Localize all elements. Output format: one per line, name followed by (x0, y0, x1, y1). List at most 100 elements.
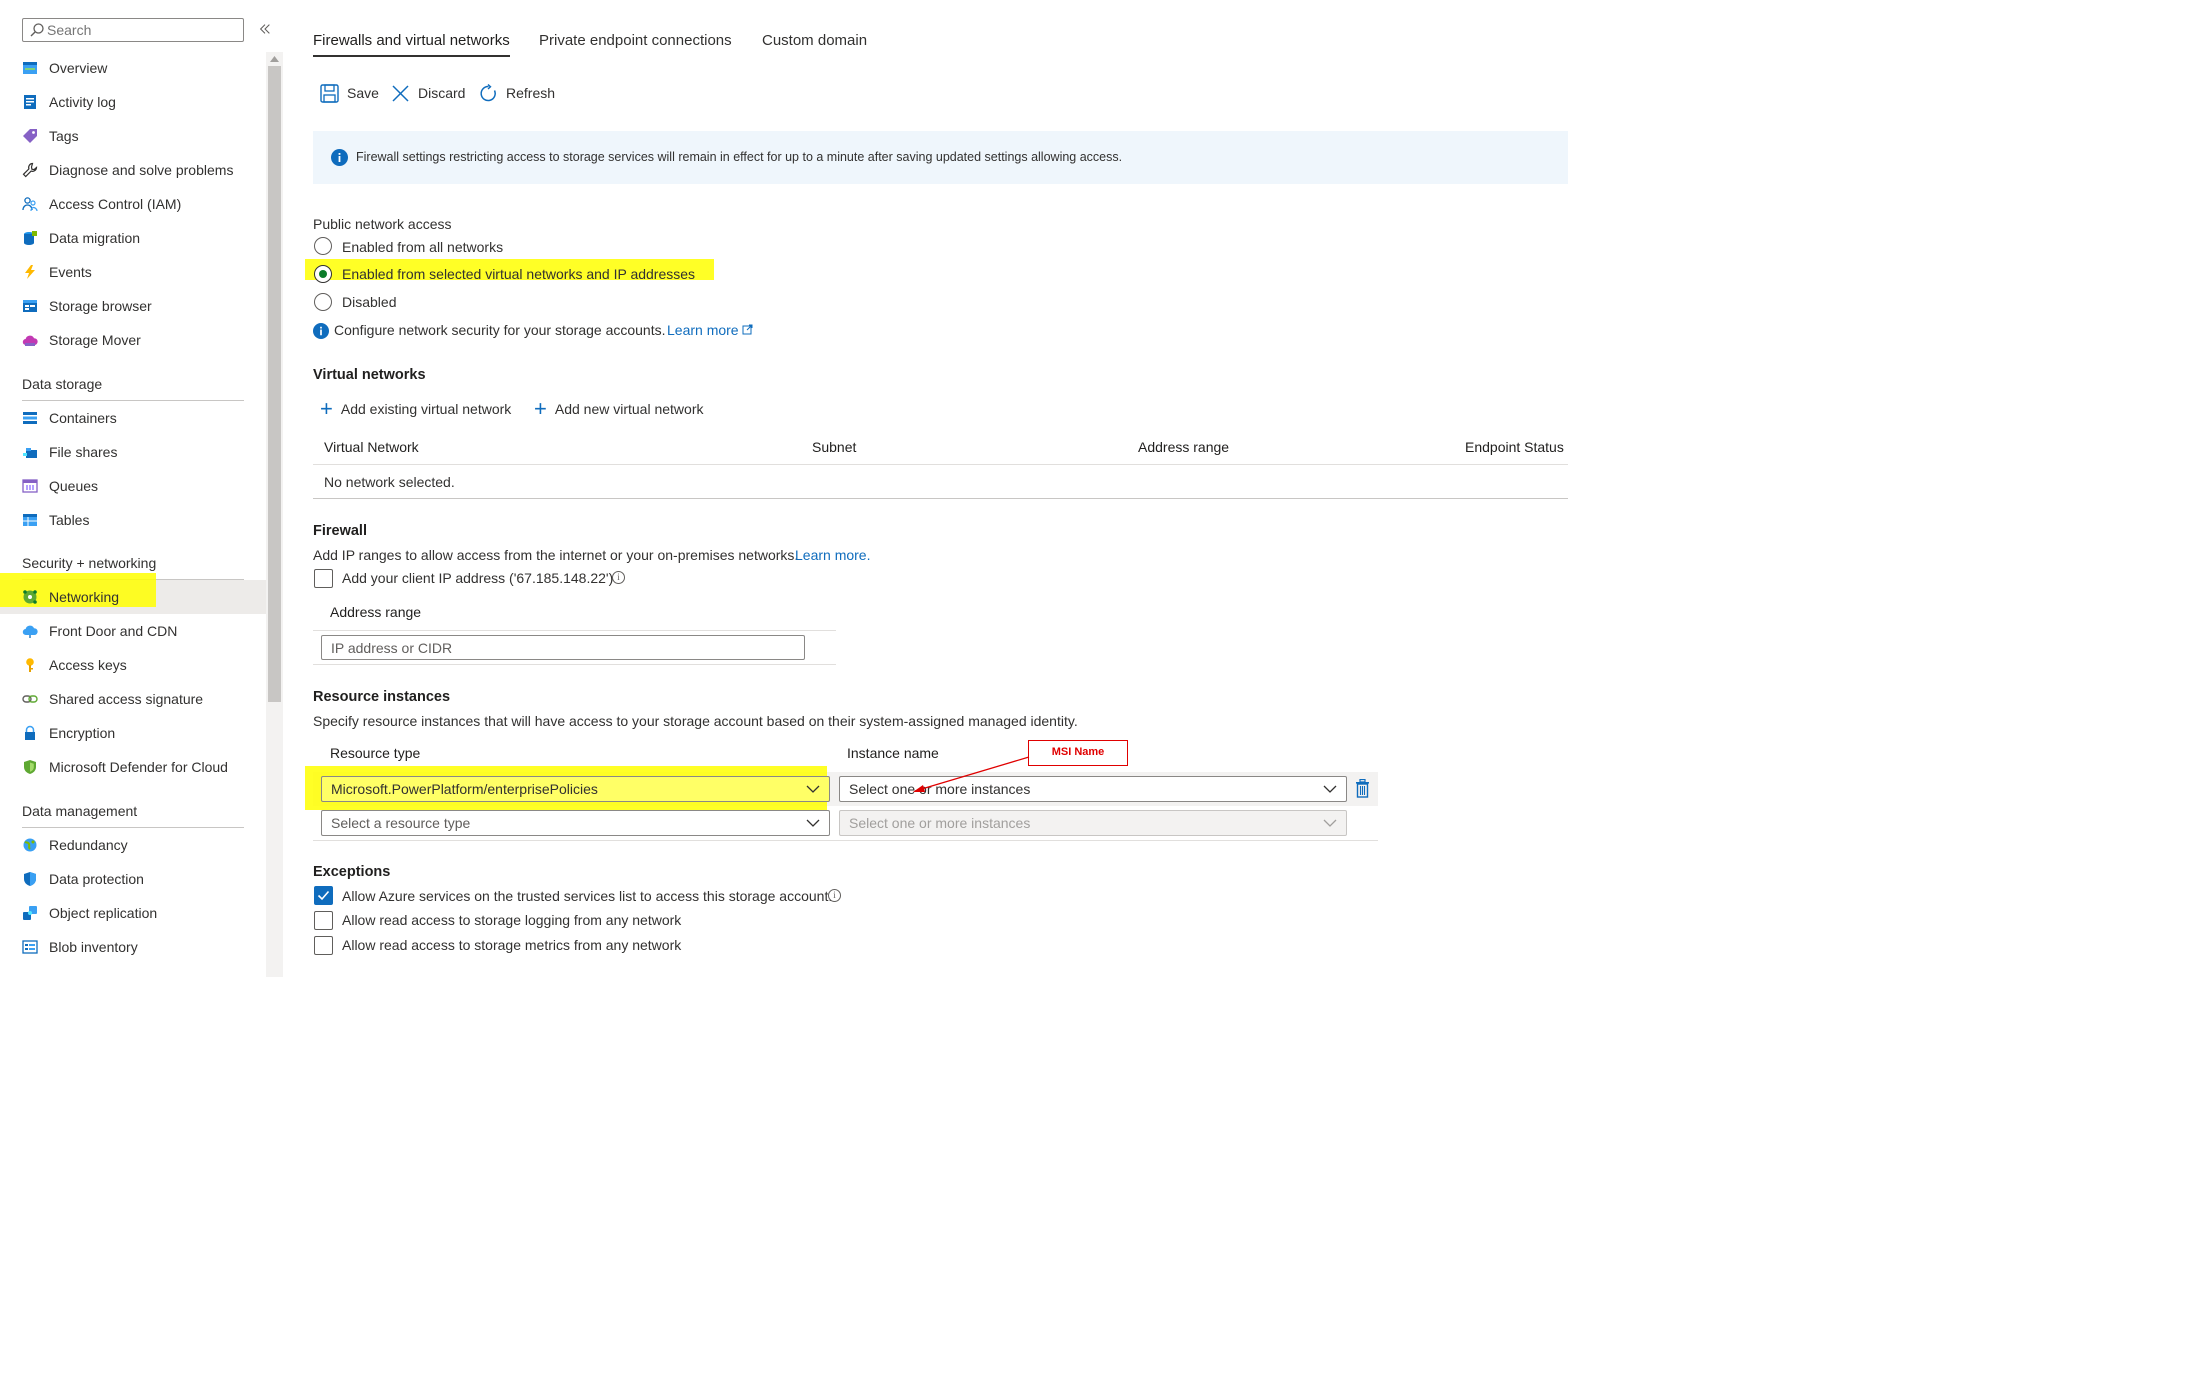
column-header-address-range: Address range (1138, 439, 1230, 455)
sidebar-item-storage-mover[interactable]: Storage Mover (0, 323, 266, 357)
column-header-endpoint-status: Endpoint Status (1465, 439, 1564, 455)
tab-firewalls[interactable]: Firewalls and virtual networks (313, 32, 510, 57)
resource-instances-title: Resource instances (313, 689, 451, 705)
table-divider (313, 664, 836, 665)
sidebar-item-label: Redundancy (49, 837, 128, 853)
table-divider (313, 630, 836, 631)
sidebar-item-redundancy[interactable]: Redundancy (0, 828, 266, 862)
ip-address-input[interactable] (322, 636, 804, 659)
info-icon (313, 323, 329, 339)
learn-more-link[interactable]: Learn more (667, 322, 753, 338)
sidebar: Overview Activity log Tags Diagnose and … (0, 0, 284, 977)
info-tooltip-icon[interactable]: i (828, 889, 841, 902)
storage-metrics-checkbox[interactable] (314, 936, 333, 955)
sidebar-item-overview[interactable]: Overview (0, 51, 266, 85)
sidebar-item-access-keys[interactable]: Access keys (0, 648, 266, 682)
radio-selected-networks[interactable] (314, 265, 332, 283)
sidebar-item-diagnose[interactable]: Diagnose and solve problems (0, 153, 266, 187)
resource-type-placeholder: Select a resource type (331, 815, 471, 831)
table-divider (313, 498, 1568, 499)
containers-icon (23, 412, 37, 424)
add-new-vnet-button[interactable]: + Add new virtual network (534, 398, 704, 420)
delete-icon[interactable] (1355, 779, 1370, 798)
sidebar-item-storage-browser[interactable]: Storage browser (0, 289, 266, 323)
sidebar-item-queues[interactable]: Queues (0, 469, 266, 503)
chevron-double-left-icon[interactable] (258, 22, 274, 38)
table-divider (313, 840, 1378, 841)
networking-icon (23, 590, 37, 604)
sidebar-item-tags[interactable]: Tags (0, 119, 266, 153)
exceptions-title: Exceptions (313, 864, 391, 880)
discard-button[interactable]: Discard (391, 82, 465, 104)
sidebar-item-activity-log[interactable]: Activity log (0, 85, 266, 119)
info-banner-text: Firewall settings restricting access to … (356, 150, 1123, 164)
sidebar-item-data-migration[interactable]: Data migration (0, 221, 266, 255)
virtual-networks-title: Virtual networks (313, 367, 426, 383)
sidebar-item-label: Activity log (49, 94, 116, 110)
sidebar-item-encryption[interactable]: Encryption (0, 716, 266, 750)
sidebar-item-blob-inventory[interactable]: Blob inventory (0, 930, 266, 964)
sidebar-item-tables[interactable]: Tables (0, 503, 266, 537)
search-box[interactable] (22, 18, 244, 42)
inventory-icon (22, 940, 38, 954)
save-icon (320, 83, 339, 103)
cloud-cdn-icon (22, 625, 38, 638)
tables-icon (23, 514, 37, 526)
section-header-security-networking: Security + networking (22, 555, 157, 571)
radio-disabled[interactable] (314, 293, 332, 311)
tab-private-endpoints[interactable]: Private endpoint connections (539, 32, 732, 49)
sidebar-item-label: Data protection (49, 871, 144, 887)
data-migration-icon (24, 231, 37, 245)
instance-name-placeholder: Select one or more instances (849, 815, 1031, 831)
storage-logging-checkbox[interactable] (314, 911, 333, 930)
sidebar-item-data-protection[interactable]: Data protection (0, 862, 266, 896)
sidebar-item-sas[interactable]: Shared access signature (0, 682, 266, 716)
sidebar-item-front-door[interactable]: Front Door and CDN (0, 614, 266, 648)
firewall-learn-more-link[interactable]: Learn more. (795, 547, 870, 563)
scroll-up-arrow-icon[interactable] (268, 54, 281, 64)
sidebar-item-file-shares[interactable]: File shares (0, 435, 266, 469)
resource-type-dropdown[interactable]: Microsoft.PowerPlatform/enterprisePolici… (321, 776, 830, 802)
storage-logging-label: Allow read access to storage logging fro… (342, 912, 682, 928)
client-ip-checkbox[interactable] (314, 569, 333, 588)
trusted-services-label: Allow Azure services on the trusted serv… (342, 888, 833, 904)
search-icon (30, 23, 44, 37)
save-button[interactable]: Save (320, 82, 379, 104)
sidebar-item-label: Networking (49, 589, 120, 605)
info-tooltip-icon[interactable]: i (612, 571, 625, 584)
sidebar-item-label: Blob inventory (49, 939, 138, 955)
tab-custom-domain[interactable]: Custom domain (762, 32, 867, 49)
search-input[interactable] (47, 21, 237, 39)
shield-check-icon (24, 872, 36, 886)
sidebar-item-events[interactable]: Events (0, 255, 266, 289)
wrench-icon (22, 162, 38, 178)
radio-disabled-label: Disabled (342, 294, 397, 310)
file-shares-icon (23, 448, 37, 458)
ip-address-field[interactable] (321, 635, 805, 660)
chevron-down-icon (1323, 819, 1337, 827)
radio-selected-networks-label: Enabled from selected virtual networks a… (342, 266, 696, 282)
client-ip-label: Add your client IP address ('67.185.148.… (342, 570, 614, 586)
table-divider (313, 464, 1568, 465)
resource-type-dropdown-empty[interactable]: Select a resource type (321, 810, 830, 836)
sidebar-item-label: Containers (49, 410, 117, 426)
sidebar-item-containers[interactable]: Containers (0, 401, 266, 435)
trusted-services-checkbox[interactable] (314, 886, 333, 905)
radio-all-networks-label: Enabled from all networks (342, 239, 504, 255)
sidebar-item-label: Front Door and CDN (49, 623, 178, 639)
add-new-vnet-label: Add new virtual network (554, 401, 704, 417)
network-security-note: Configure network security for your stor… (334, 322, 666, 338)
sidebar-item-networking[interactable]: Networking (0, 573, 266, 614)
replication-icon (23, 906, 37, 920)
sidebar-item-defender[interactable]: Microsoft Defender for Cloud (0, 750, 266, 784)
no-network-text: No network selected. (324, 474, 455, 490)
sidebar-item-iam[interactable]: Access Control (IAM) (0, 187, 266, 221)
sidebar-scroll-thumb[interactable] (268, 66, 281, 702)
sidebar-item-label: Storage Mover (49, 332, 141, 348)
sidebar-item-object-replication[interactable]: Object replication (0, 896, 266, 930)
add-existing-vnet-button[interactable]: + Add existing virtual network (320, 398, 511, 420)
radio-all-networks[interactable] (314, 237, 332, 255)
refresh-button[interactable]: Refresh (479, 82, 555, 104)
section-header-data-management: Data management (22, 803, 138, 819)
people-icon (22, 197, 38, 212)
